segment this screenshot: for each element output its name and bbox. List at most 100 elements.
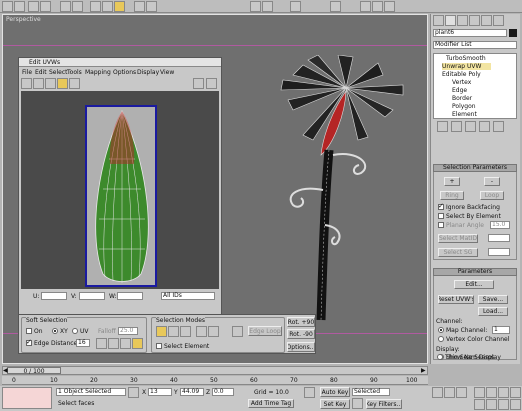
ring-button[interactable]: Ring xyxy=(440,191,464,200)
grow-button[interactable]: + xyxy=(444,177,460,186)
track-bar[interactable]: 0 10 20 30 40 50 60 70 80 90 100 xyxy=(2,376,428,385)
lock-selection-icon[interactable] xyxy=(128,387,139,398)
load-button[interactable]: Load... xyxy=(478,307,508,316)
modifier-stack[interactable]: TurboSmooth Unwrap UVW Editable Poly Ver… xyxy=(433,53,517,119)
material-editor-icon[interactable] xyxy=(330,1,341,12)
select-move-icon[interactable] xyxy=(90,1,101,12)
stack-edge[interactable]: Edge xyxy=(452,87,467,94)
stack-unwrap-uvw[interactable]: Unwrap UVW xyxy=(442,63,492,70)
loop-button[interactable]: Loop xyxy=(480,191,504,200)
hierarchy-tab-icon[interactable] xyxy=(457,15,468,26)
parameters-header[interactable]: Parameters xyxy=(433,268,517,276)
walk-through-icon[interactable] xyxy=(498,399,509,410)
modify-tab-icon[interactable] xyxy=(445,15,456,26)
menu-options[interactable]: Options xyxy=(113,69,136,76)
thin-seam-radio[interactable] xyxy=(437,354,443,360)
next-frame-icon[interactable]: ▶ xyxy=(421,367,426,374)
u-field[interactable] xyxy=(41,292,67,300)
falloff-slow-icon[interactable] xyxy=(120,338,131,349)
z-coord-field[interactable]: 0.0 xyxy=(212,388,234,396)
edge-mode-icon[interactable] xyxy=(168,326,179,337)
mirror-icon[interactable] xyxy=(250,1,261,12)
scale-icon[interactable] xyxy=(45,78,56,89)
select-scale-icon[interactable] xyxy=(114,1,125,12)
show-end-result-icon[interactable] xyxy=(451,121,462,132)
time-slider[interactable]: 0 / 100 ◀ ▶ xyxy=(2,366,428,375)
grow-icon[interactable] xyxy=(196,326,207,337)
freeform-icon[interactable] xyxy=(57,78,68,89)
edge-distance-checkbox[interactable] xyxy=(26,338,32,346)
uvw-titlebar[interactable]: Edit UVWs xyxy=(19,58,221,67)
reset-uvws-button[interactable]: Reset UVW's xyxy=(438,295,474,304)
planar-angle-checkbox[interactable] xyxy=(438,222,444,228)
stack-editable-poly[interactable]: Editable Poly xyxy=(442,71,481,78)
stack-turbosmooth[interactable]: TurboSmooth xyxy=(446,55,486,62)
selection-parameters-header[interactable]: Selection Parameters xyxy=(433,164,517,172)
move-icon[interactable] xyxy=(21,78,32,89)
undo-icon[interactable] xyxy=(2,1,13,12)
uv-leaf-island[interactable] xyxy=(89,109,155,285)
stack-polygon[interactable]: Polygon xyxy=(452,103,476,110)
align-icon[interactable] xyxy=(262,1,273,12)
menu-tools[interactable]: Tools xyxy=(67,69,82,76)
set-key-icon[interactable] xyxy=(352,398,363,409)
pan-icon[interactable] xyxy=(486,387,497,398)
stack-vertex[interactable]: Vertex xyxy=(452,79,471,86)
modifier-list-dropdown[interactable]: Modifier List xyxy=(433,41,517,49)
checker-icon[interactable] xyxy=(193,78,204,89)
select-matid-button[interactable]: Select MatID xyxy=(438,234,478,243)
uv-canvas[interactable] xyxy=(21,91,219,289)
planar-angle-field[interactable]: 15.0 xyxy=(490,221,510,229)
rotate-icon[interactable] xyxy=(33,78,44,89)
curve-editor-icon[interactable] xyxy=(290,1,301,12)
menu-select[interactable]: Select xyxy=(49,69,68,76)
create-tab-icon[interactable] xyxy=(433,15,444,26)
falloff-smooth-icon[interactable] xyxy=(96,338,107,349)
goto-end-icon[interactable] xyxy=(456,387,467,398)
auto-key-button[interactable]: Auto Key xyxy=(320,387,350,397)
shrink-button[interactable]: - xyxy=(484,177,500,186)
edge-loop-button[interactable]: Edge Loop xyxy=(248,326,282,336)
unlink-icon[interactable] xyxy=(40,1,51,12)
set-key-mode-icon[interactable] xyxy=(304,387,315,398)
paint-select-icon[interactable] xyxy=(232,326,243,337)
sg-field[interactable] xyxy=(488,248,510,256)
stack-border[interactable]: Border xyxy=(452,95,472,102)
zoom-icon[interactable] xyxy=(474,387,485,398)
rot-plus-button[interactable]: Rot. +90 xyxy=(287,317,315,327)
options-button[interactable]: Options... xyxy=(287,342,315,352)
time-slider-thumb[interactable]: 0 / 100 xyxy=(7,367,61,375)
maxscript-listener[interactable] xyxy=(2,387,52,409)
face-mode-icon[interactable] xyxy=(180,326,191,337)
goto-start-icon[interactable] xyxy=(432,387,443,398)
xy-radio[interactable] xyxy=(52,328,58,334)
soft-on-checkbox[interactable] xyxy=(26,328,32,334)
key-selection-dropdown[interactable]: Selected xyxy=(352,388,390,396)
menu-mapping[interactable]: Mapping xyxy=(85,69,111,76)
vertex-color-radio[interactable] xyxy=(438,336,444,342)
set-key-button[interactable]: Set Key xyxy=(320,399,350,409)
display-tab-icon[interactable] xyxy=(481,15,492,26)
link-icon[interactable] xyxy=(28,1,39,12)
menu-view[interactable]: View xyxy=(160,69,174,76)
min-max-toggle-icon[interactable] xyxy=(510,399,521,410)
orbit-icon[interactable] xyxy=(498,387,509,398)
object-name-field[interactable]: plant6 xyxy=(433,29,507,37)
x-coord-field[interactable]: 13 xyxy=(148,388,172,396)
stack-element[interactable]: Element xyxy=(452,111,477,118)
select-object-icon[interactable] xyxy=(60,1,71,12)
shrink-icon[interactable] xyxy=(208,326,219,337)
vertex-mode-icon[interactable] xyxy=(156,326,167,337)
remove-modifier-icon[interactable] xyxy=(479,121,490,132)
utilities-tab-icon[interactable] xyxy=(493,15,504,26)
render-icon[interactable] xyxy=(372,1,383,12)
menu-file[interactable]: File xyxy=(22,69,32,76)
id-select[interactable]: All IDs xyxy=(161,292,215,300)
select-element-checkbox[interactable] xyxy=(156,343,162,349)
matid-field[interactable] xyxy=(488,234,510,242)
falloff-fast-icon[interactable] xyxy=(132,338,143,349)
key-filters-button[interactable]: Key Filters... xyxy=(366,399,402,409)
snap-icon[interactable] xyxy=(134,1,145,12)
menu-edit[interactable]: Edit xyxy=(35,69,47,76)
mirror-uv-icon[interactable] xyxy=(69,78,80,89)
